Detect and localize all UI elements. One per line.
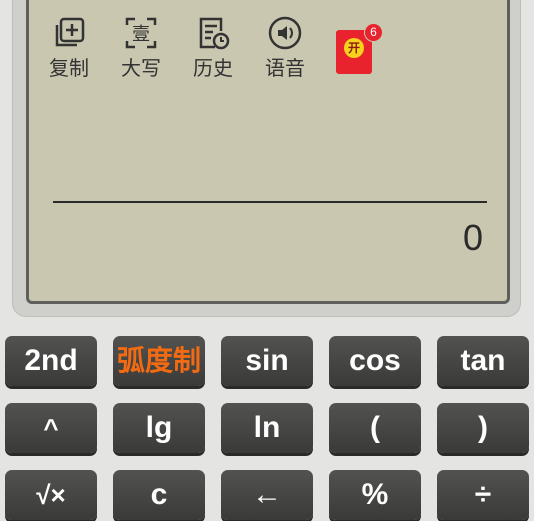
key-open-paren[interactable]: (	[329, 403, 421, 453]
copy-button[interactable]: 复制	[39, 15, 99, 81]
key-lg[interactable]: lg	[113, 403, 205, 453]
history-button[interactable]: 历史	[183, 15, 243, 81]
display-divider	[53, 201, 487, 203]
key-sin[interactable]: sin	[221, 336, 313, 386]
display-screen: 复制 壹 大写 历史 语音 开 6 0	[26, 0, 510, 304]
key-power[interactable]: ^	[5, 403, 97, 453]
key-cos[interactable]: cos	[329, 336, 421, 386]
history-icon	[199, 17, 230, 50]
key-clear[interactable]: c	[113, 470, 205, 520]
copy-icon	[55, 17, 85, 47]
key-radian-mode[interactable]: 弧度制	[113, 336, 205, 386]
voice-button[interactable]: 语音	[255, 15, 315, 81]
red-packet-coin: 开	[344, 38, 364, 58]
voice-label: 语音	[265, 58, 305, 80]
key-tan[interactable]: tan	[437, 336, 529, 386]
key-2nd[interactable]: 2nd	[5, 336, 97, 386]
red-packet-button[interactable]: 开 6	[336, 23, 383, 74]
uppercase-label: 大写	[121, 58, 161, 80]
uppercase-button[interactable]: 壹 大写	[111, 15, 171, 81]
key-sqrt[interactable]: √×	[5, 470, 97, 520]
key-close-paren[interactable]: )	[437, 403, 529, 453]
copy-label: 复制	[49, 58, 89, 80]
red-packet-badge: 6	[364, 23, 383, 42]
key-ln[interactable]: ln	[221, 403, 313, 453]
result-display: 0	[462, 217, 483, 258]
key-divide[interactable]: ÷	[437, 470, 529, 520]
voice-icon	[268, 16, 302, 50]
uppercase-glyph: 壹	[132, 24, 150, 45]
key-percent[interactable]: %	[329, 470, 421, 520]
uppercase-icon: 壹	[125, 17, 157, 49]
history-label: 历史	[193, 58, 233, 80]
key-backspace[interactable]: ←	[221, 470, 313, 520]
